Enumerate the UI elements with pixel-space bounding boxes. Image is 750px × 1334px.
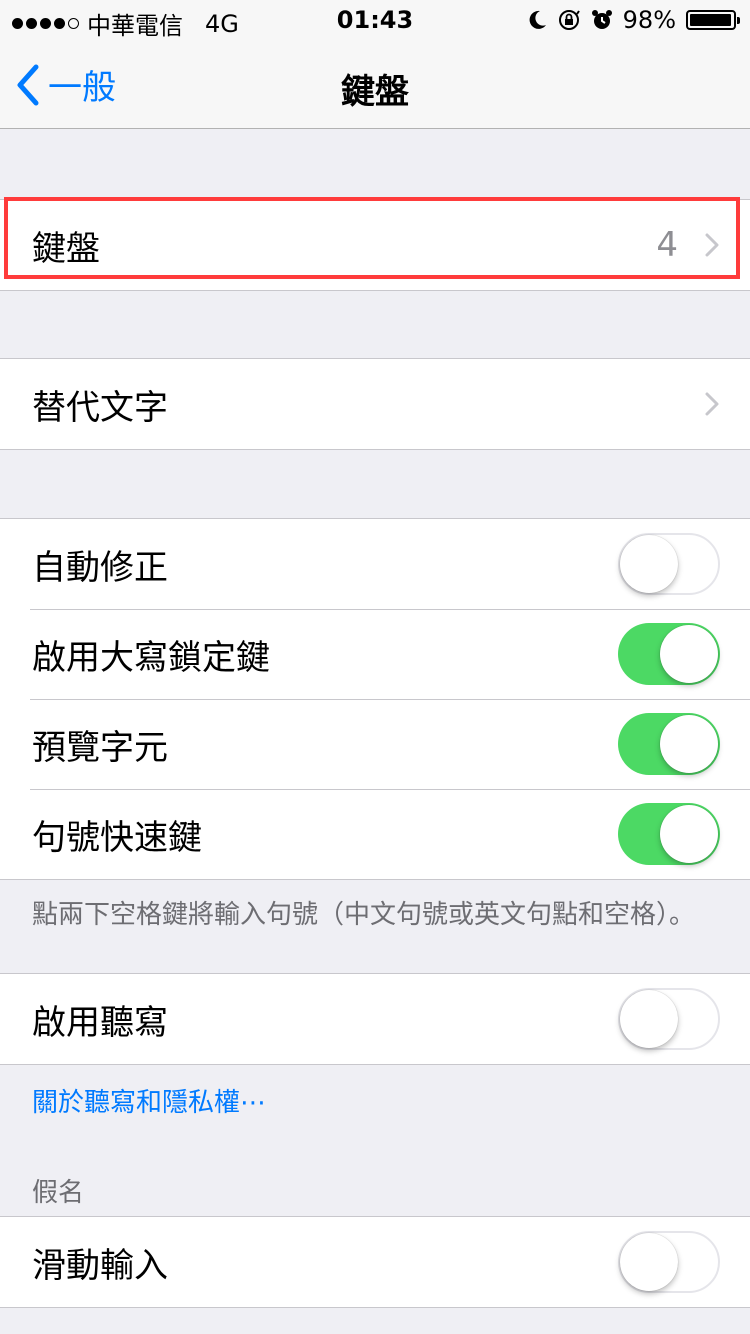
period-shortcut-label: 句號快速鍵 xyxy=(32,817,202,858)
auto-correction-toggle[interactable] xyxy=(618,533,720,595)
battery-icon xyxy=(686,10,740,30)
swipe-label: 滑動輸入 xyxy=(32,1245,168,1286)
typing-options-group: 自動修正 啟用大寫鎖定鍵 預覽字元 句號快速鍵 xyxy=(0,518,750,880)
chevron-right-icon xyxy=(705,392,719,416)
status-right: 98% xyxy=(527,6,740,34)
dictation-label: 啟用聽寫 xyxy=(32,1002,168,1043)
kana-group: 滑動輸入 xyxy=(0,1216,750,1308)
highlight-box xyxy=(4,197,740,279)
swipe-row: 滑動輸入 xyxy=(0,1217,750,1307)
dictation-toggle[interactable] xyxy=(618,988,720,1050)
kana-section-header: 假名 xyxy=(32,1178,85,1208)
caps-lock-label: 啟用大寫鎖定鍵 xyxy=(32,637,270,678)
dictation-group: 啟用聽寫 xyxy=(0,973,750,1065)
auto-correction-label: 自動修正 xyxy=(32,547,168,588)
battery-percent: 98% xyxy=(622,6,676,34)
period-shortcut-toggle[interactable] xyxy=(618,803,720,865)
dictation-row: 啟用聽寫 xyxy=(0,974,750,1064)
character-preview-toggle[interactable] xyxy=(618,713,720,775)
period-shortcut-note: 點兩下空格鍵將輸入句號（中文句號或英文句點和空格）。 xyxy=(32,900,696,930)
text-replacement-label: 替代文字 xyxy=(32,387,168,428)
caps-lock-row: 啟用大寫鎖定鍵 xyxy=(0,609,750,699)
rotation-lock-icon xyxy=(558,10,580,30)
period-shortcut-row: 句號快速鍵 xyxy=(0,789,750,879)
alarm-icon xyxy=(591,10,612,29)
auto-correction-row: 自動修正 xyxy=(0,519,750,609)
navigation-bar: 一般 鍵盤 xyxy=(0,40,750,129)
caps-lock-toggle[interactable] xyxy=(618,623,720,685)
status-bar: 中華電信 4G 01:43 98% xyxy=(0,0,750,40)
character-preview-row: 預覽字元 xyxy=(0,699,750,789)
dictation-privacy-link[interactable]: 關於聽寫和隱私權⋯ xyxy=(32,1082,266,1119)
moon-icon xyxy=(529,10,546,29)
text-replacement-group: 替代文字 xyxy=(0,358,750,450)
swipe-toggle[interactable] xyxy=(618,1231,720,1293)
page-title: 鍵盤 xyxy=(341,72,409,112)
text-replacement-row[interactable]: 替代文字 xyxy=(0,359,750,449)
character-preview-label: 預覽字元 xyxy=(32,727,168,768)
